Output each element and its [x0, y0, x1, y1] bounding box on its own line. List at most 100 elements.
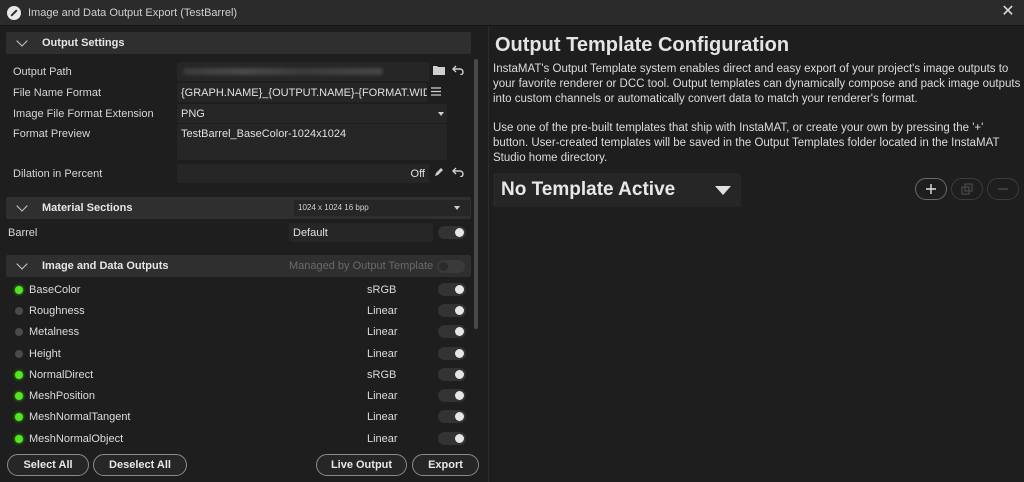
deselect-all-button[interactable]: Deselect All — [93, 454, 187, 476]
window-title: Image and Data Output Export (TestBarrel… — [28, 6, 238, 19]
remove-template-button[interactable] — [987, 178, 1019, 200]
close-icon[interactable]: ✕ — [1000, 4, 1016, 20]
pencil-icon[interactable] — [432, 167, 446, 181]
format-preview-field: TestBarrel_BaseColor-1024x1024 — [177, 124, 447, 160]
color-space-value: Linear — [367, 304, 398, 317]
output-name: MeshNormalObject — [29, 432, 124, 445]
export-button[interactable]: Export — [412, 454, 479, 476]
resolution-value: 1024 x 1024 16 bpp — [298, 203, 369, 212]
image-data-outputs-header[interactable]: Image and Data Outputs Managed by Output… — [6, 255, 471, 277]
reset-icon[interactable] — [451, 65, 465, 79]
status-indicator-icon — [15, 306, 23, 315]
status-indicator-icon — [15, 285, 23, 294]
toggle-knob — [455, 228, 464, 237]
chevron-down-icon — [16, 200, 28, 212]
title-bar: Image and Data Output Export (TestBarrel… — [0, 0, 1024, 26]
chevron-down-icon — [438, 112, 444, 116]
output-name: MeshNormalTangent — [29, 410, 131, 423]
toggle-knob — [455, 412, 464, 421]
resolution-select[interactable]: 1024 x 1024 16 bpp — [294, 200, 470, 216]
template-panel-title: Output Template Configuration — [495, 34, 790, 56]
toggle-knob — [455, 285, 464, 294]
section-title: Image and Data Outputs — [42, 260, 169, 272]
output-template-panel: Output Template Configuration InstaMAT's… — [488, 26, 1024, 482]
minus-icon — [998, 188, 1008, 190]
format-preview-label: Format Preview — [13, 128, 91, 140]
status-indicator-icon — [15, 349, 23, 358]
output-row[interactable]: MeshNormalObject Linear — [0, 428, 472, 449]
dilation-label: Dilation in Percent — [13, 167, 103, 180]
output-row[interactable]: Height Linear — [0, 343, 472, 364]
output-toggle[interactable] — [438, 432, 466, 445]
add-template-button[interactable] — [915, 178, 947, 200]
list-menu-icon[interactable] — [429, 86, 443, 100]
output-name: NormalDirect — [29, 368, 94, 381]
output-row[interactable]: Metalness Linear — [0, 321, 472, 342]
output-toggle[interactable] — [438, 283, 466, 296]
select-all-button[interactable]: Select All — [7, 454, 89, 476]
toggle-knob — [455, 306, 464, 315]
color-space-value: Linear — [367, 389, 398, 402]
material-name: Barrel — [8, 226, 38, 239]
output-row[interactable]: NormalDirect sRGB — [0, 364, 472, 385]
chevron-down-icon — [16, 35, 28, 47]
output-toggle[interactable] — [438, 347, 466, 360]
output-name: Roughness — [29, 304, 85, 317]
material-toggle[interactable] — [438, 226, 466, 239]
output-path-row: Output Path — [0, 61, 472, 82]
material-value-select[interactable]: Default — [289, 223, 433, 242]
output-row[interactable]: MeshPosition Linear — [0, 385, 472, 406]
material-row: Barrel Default — [0, 222, 472, 243]
template-description: InstaMAT's Output Template system enable… — [493, 63, 1021, 105]
output-name: MeshPosition — [29, 389, 96, 402]
toggle-knob — [455, 391, 464, 400]
dilation-input[interactable]: Off — [177, 164, 429, 183]
file-name-format-input[interactable]: {GRAPH.NAME}_{OUTPUT.NAME}-{FORMAT.WIDTH… — [177, 83, 427, 102]
output-path-input[interactable] — [177, 62, 429, 81]
active-template-label: No Template Active — [501, 179, 676, 200]
color-space-value: sRGB — [367, 283, 397, 296]
output-toggle[interactable] — [438, 325, 466, 338]
output-settings-header[interactable]: Output Settings — [6, 32, 471, 54]
managed-by-template-label: Managed by Output Template — [289, 260, 434, 272]
chevron-down-icon — [454, 206, 460, 210]
plus-icon — [926, 184, 936, 194]
blurred-path — [183, 68, 383, 75]
material-sections-header[interactable]: Material Sections 1024 x 1024 16 bpp — [6, 197, 471, 219]
toggle-knob — [455, 349, 464, 358]
format-preview-row: Format Preview TestBarrel_BaseColor-1024… — [0, 124, 472, 164]
output-row[interactable]: BaseColor sRGB — [0, 279, 472, 300]
reset-icon[interactable] — [451, 167, 465, 181]
file-name-format-label: File Name Format — [13, 86, 102, 99]
color-space-value: Linear — [367, 325, 398, 338]
folder-icon[interactable] — [432, 65, 446, 79]
scrollbar[interactable] — [474, 59, 478, 329]
output-name: Height — [29, 347, 61, 360]
toggle-knob — [439, 262, 448, 271]
managed-toggle[interactable] — [437, 260, 465, 273]
output-row[interactable]: MeshNormalTangent Linear — [0, 406, 472, 427]
app-logo-icon — [7, 5, 21, 20]
image-format-select[interactable]: PNG — [177, 104, 447, 123]
output-row[interactable]: Roughness Linear — [0, 300, 472, 321]
copy-icon — [961, 183, 973, 195]
output-toggle[interactable] — [438, 304, 466, 317]
dilation-row: Dilation in Percent Off — [0, 163, 472, 184]
duplicate-template-button[interactable] — [951, 178, 983, 200]
live-output-button[interactable]: Live Output — [316, 454, 407, 476]
output-toggle[interactable] — [438, 389, 466, 402]
color-space-value: sRGB — [367, 368, 397, 381]
chevron-down-icon — [715, 186, 731, 195]
image-format-row: Image File Format Extension PNG — [0, 103, 472, 124]
template-instructions: Use one of the pre-built templates that … — [493, 122, 1000, 164]
section-title: Material Sections — [42, 202, 133, 214]
output-toggle[interactable] — [438, 410, 466, 423]
export-settings-panel: Output Settings Output Path File Name Fo… — [0, 26, 486, 482]
template-select[interactable]: No Template Active — [493, 173, 741, 207]
chevron-down-icon — [16, 258, 28, 270]
color-space-value: Linear — [367, 347, 398, 360]
image-format-label: Image File Format Extension — [13, 107, 154, 120]
toggle-knob — [455, 370, 464, 379]
toggle-knob — [455, 327, 464, 336]
output-toggle[interactable] — [438, 368, 466, 381]
